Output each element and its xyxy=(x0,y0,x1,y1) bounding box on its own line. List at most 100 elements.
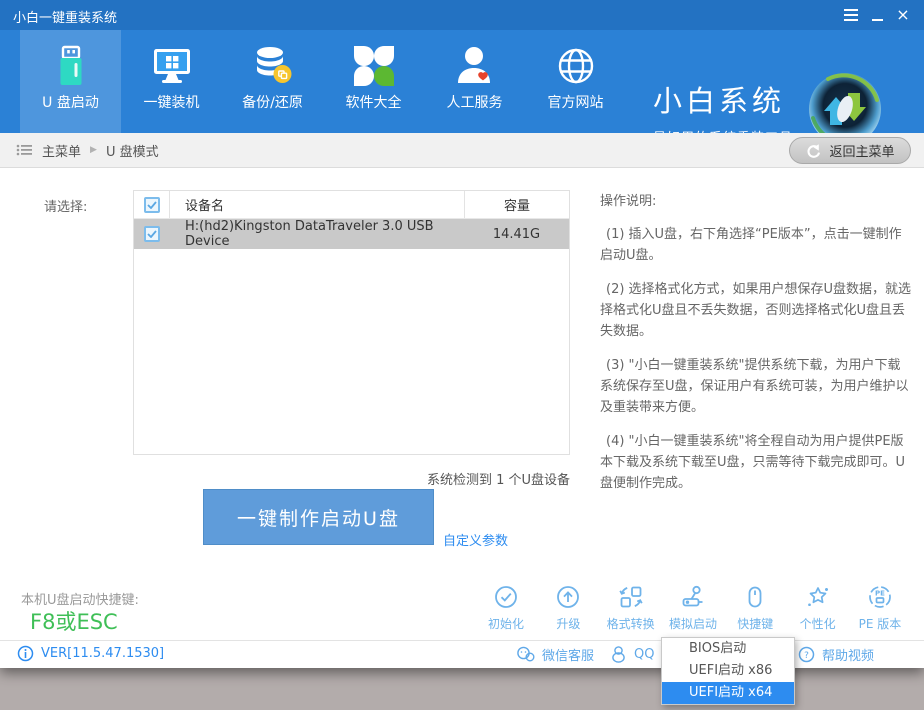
qq-label: QQ xyxy=(634,647,654,662)
capacity-cell: 14.41G xyxy=(464,219,569,249)
version-info: VER[11.5.47.1530] xyxy=(17,645,164,662)
nav-item-one-key-install[interactable]: 一键装机 xyxy=(121,30,222,133)
menu-item-bios-boot[interactable]: BIOS启动 xyxy=(662,638,794,660)
pe-badge-icon: PE xyxy=(850,583,910,611)
table-row[interactable]: H:(hd2)Kingston DataTraveler 3.0 USB Dev… xyxy=(134,219,569,249)
star-sparkle-icon xyxy=(788,583,848,611)
select-label: 请选择: xyxy=(44,196,87,215)
info-icon xyxy=(17,645,34,662)
svg-text:PE: PE xyxy=(875,590,885,598)
usb-detect-status: 系统检测到 1 个U盘设备 xyxy=(427,469,570,488)
tool-format-convert[interactable]: 格式转换 xyxy=(601,583,661,632)
monitor-icon xyxy=(121,41,222,91)
instructions-title: 操作说明: xyxy=(600,190,913,209)
apps-grid-icon xyxy=(323,41,424,91)
table-header: 设备名 容量 xyxy=(134,191,569,219)
nav-label: 官方网站 xyxy=(525,92,626,112)
main-nav: U 盘启动 一键装机 xyxy=(0,30,924,133)
minimize-button[interactable] xyxy=(864,3,890,27)
instruction-paragraph: (4) "小白一键重装系统"将全程自动为用户提供PE版本下载及系统下载至U盘，只… xyxy=(600,431,913,494)
back-to-main-menu-button[interactable]: 返回主菜单 xyxy=(789,137,911,164)
joystick-icon xyxy=(663,583,723,611)
titlebar: 小白一键重装系统 × xyxy=(0,0,924,30)
make-boot-usb-button[interactable]: 一键制作启动U盘 xyxy=(203,489,434,545)
tool-hotkeys[interactable]: 快捷键 xyxy=(725,583,785,632)
tool-label: 初始化 xyxy=(476,615,536,632)
nav-label: 备份/还原 xyxy=(222,92,323,112)
breadcrumb-root[interactable]: 主菜单 xyxy=(42,141,81,160)
wechat-support[interactable]: 微信客服 xyxy=(516,645,594,664)
header-capacity: 容量 xyxy=(464,191,569,218)
list-icon xyxy=(16,142,33,158)
database-backup-icon xyxy=(222,41,323,91)
nav-label: 软件大全 xyxy=(323,92,424,112)
qq-support[interactable]: QQ xyxy=(610,645,654,663)
nav-item-website[interactable]: 官方网站 xyxy=(525,30,626,133)
device-name-cell: H:(hd2)Kingston DataTraveler 3.0 USB Dev… xyxy=(170,219,464,249)
instruction-paragraph: (2) 选择格式化方式，如果用户想保存U盘数据，就选择格式化U盘且不丢失数据，否… xyxy=(600,279,913,342)
tool-label: 快捷键 xyxy=(725,615,785,632)
tool-label: PE 版本 xyxy=(850,615,910,632)
wechat-icon xyxy=(516,646,535,663)
tool-simulate-boot[interactable]: 模拟启动 xyxy=(663,583,723,632)
tool-label: 模拟启动 xyxy=(663,615,723,632)
app-window: 小白一键重装系统 × U 盘启动 xyxy=(0,0,924,668)
qq-icon xyxy=(610,645,627,663)
row-checkbox[interactable] xyxy=(144,226,160,242)
breadcrumb-current: U 盘模式 xyxy=(106,141,159,160)
nav-label: 人工服务 xyxy=(424,92,525,112)
breadcrumb-bar: 主菜单 ▶ U 盘模式 返回主菜单 xyxy=(0,133,924,168)
brand-name: 小白系统 xyxy=(653,78,793,120)
menu-item-uefi-x86[interactable]: UEFI启动 x86 xyxy=(662,660,794,682)
window-title: 小白一键重装系统 xyxy=(13,7,117,26)
breadcrumb-arrow-icon: ▶ xyxy=(90,145,97,155)
window-controls: × xyxy=(838,0,916,30)
nav-item-software[interactable]: 软件大全 xyxy=(323,30,424,133)
tool-label: 格式转换 xyxy=(601,615,661,632)
instruction-paragraph: (1) 插入U盘，右下角选择“PE版本”，点击一键制作启动U盘。 xyxy=(600,224,913,266)
back-button-label: 返回主菜单 xyxy=(829,141,894,160)
format-convert-icon xyxy=(601,583,661,611)
tool-initialize[interactable]: 初始化 xyxy=(476,583,536,632)
tool-upgrade[interactable]: 升级 xyxy=(538,583,598,632)
nav-item-usb-boot[interactable]: U 盘启动 xyxy=(20,30,121,133)
tool-personalize[interactable]: 个性化 xyxy=(788,583,848,632)
nav-item-support[interactable]: 人工服务 xyxy=(424,30,525,133)
tools-toolbar: 初始化 升级 格式转换 xyxy=(476,583,910,632)
svg-text:?: ? xyxy=(804,651,809,661)
wechat-label: 微信客服 xyxy=(542,645,594,664)
nav-label: 一键装机 xyxy=(121,92,222,112)
support-person-icon xyxy=(424,41,525,91)
simulate-boot-popup-menu: BIOS启动 UEFI启动 x86 UEFI启动 x64 xyxy=(661,637,795,705)
menu-icon[interactable] xyxy=(838,3,864,27)
usb-drive-icon xyxy=(20,41,121,91)
help-label: 帮助视频 xyxy=(822,645,874,664)
tool-pe-version[interactable]: PE PE 版本 xyxy=(850,583,910,632)
hamburger-icon xyxy=(844,9,858,21)
version-text: VER[11.5.47.1530] xyxy=(41,646,164,661)
minimize-icon xyxy=(872,19,883,21)
breadcrumb: 主菜单 ▶ U 盘模式 xyxy=(16,133,159,167)
header-device-name: 设备名 xyxy=(170,191,464,218)
globe-icon xyxy=(525,41,626,91)
check-circle-icon xyxy=(476,583,536,611)
tool-label: 个性化 xyxy=(788,615,848,632)
hotkey-value: F8或ESC xyxy=(30,606,118,636)
question-icon: ? xyxy=(798,646,815,663)
arrow-up-circle-icon xyxy=(538,583,598,611)
back-arrow-icon xyxy=(805,143,821,159)
instructions-panel: 操作说明: (1) 插入U盘，右下角选择“PE版本”，点击一键制作启动U盘。 (… xyxy=(600,190,913,508)
instruction-paragraph: (3) "小白一键重装系统"提供系统下载，为用户下载系统保存至U盘，保证用户有系… xyxy=(600,355,913,418)
nav-label: U 盘启动 xyxy=(20,92,121,112)
menu-item-uefi-x64[interactable]: UEFI启动 x64 xyxy=(662,682,794,704)
help-video[interactable]: ? 帮助视频 xyxy=(798,645,874,664)
device-table: 设备名 容量 H:(hd2)Kingston DataTraveler 3.0 … xyxy=(133,190,570,455)
custom-params-link[interactable]: 自定义参数 xyxy=(443,530,508,549)
row-checkbox-cell xyxy=(134,219,170,249)
close-button[interactable]: × xyxy=(890,3,916,27)
tool-label: 升级 xyxy=(538,615,598,632)
nav-item-backup-restore[interactable]: 备份/还原 xyxy=(222,30,323,133)
mouse-icon xyxy=(725,583,785,611)
header-checkbox-cell xyxy=(134,191,170,218)
select-all-checkbox[interactable] xyxy=(144,197,160,213)
